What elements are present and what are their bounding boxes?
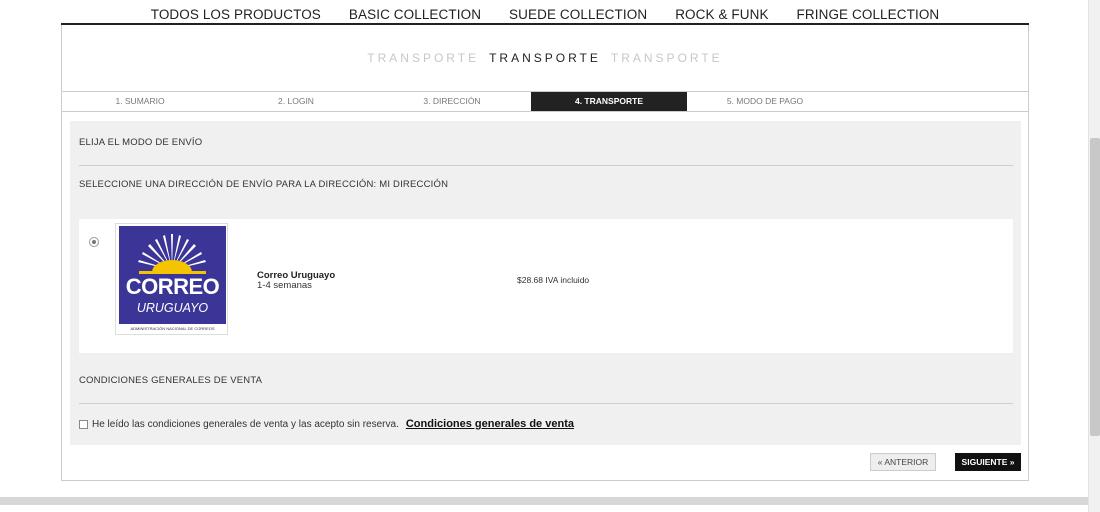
nav-todos-los-productos[interactable]: TODOS LOS PRODUCTOS bbox=[151, 0, 321, 23]
carrier-price: $28.68 IVA incluido bbox=[517, 275, 590, 285]
carrier-logo: CORREO URUGUAYO ADMINISTRACIÓN NACIONAL … bbox=[115, 223, 228, 335]
checkout-steps: 1. SUMARIO 2. LOGIN 3. DIRECCIÓN 4. TRAN… bbox=[62, 91, 1028, 112]
logo-word-uruguayo: URUGUAYO bbox=[136, 301, 209, 315]
divider bbox=[79, 403, 1013, 404]
logo-subtitle: ADMINISTRACIÓN NACIONAL DE CORREOS bbox=[119, 324, 226, 333]
nav-suede-collection[interactable]: SUEDE COLLECTION bbox=[509, 0, 647, 23]
logo-word-correo: CORREO bbox=[125, 274, 220, 299]
correo-uruguayo-logo: CORREO URUGUAYO ADMINISTRACIÓN NACIONAL … bbox=[119, 226, 226, 333]
nav-basic-collection[interactable]: BASIC COLLECTION bbox=[349, 0, 481, 23]
nav-rock-and-funk[interactable]: ROCK & FUNK bbox=[675, 0, 768, 23]
page-title-main: TRANSPORTE bbox=[489, 51, 601, 65]
page-title-shadow-left: TRANSPORTE bbox=[367, 51, 480, 65]
step-login[interactable]: 2. LOGIN bbox=[218, 92, 374, 111]
shipping-panel: ELIJA EL MODO DE ENVÍO SELECCIONE UNA DI… bbox=[70, 121, 1021, 445]
carrier-option[interactable]: CORREO URUGUAYO ADMINISTRACIÓN NACIONAL … bbox=[79, 219, 1013, 353]
page-title-shadow-right: TRANSPORTE bbox=[610, 51, 723, 65]
terms-checkbox[interactable] bbox=[79, 419, 88, 429]
terms-checkbox-label[interactable]: He leído las condiciones generales de ve… bbox=[92, 419, 399, 430]
scrollbar-thumb[interactable] bbox=[1090, 138, 1100, 436]
terms-row: He leído las condiciones generales de ve… bbox=[79, 418, 574, 430]
step-direccion[interactable]: 3. DIRECCIÓN bbox=[374, 92, 530, 111]
step-modo-de-pago: 5. MODO DE PAGO bbox=[726, 96, 804, 106]
carrier-radio[interactable] bbox=[89, 237, 99, 247]
terms-link[interactable]: Condiciones generales de venta bbox=[406, 418, 574, 430]
carrier-delay: 1-4 semanas bbox=[257, 280, 312, 291]
horizontal-scrollbar[interactable] bbox=[0, 497, 1088, 512]
top-navigation: TODOS LOS PRODUCTOS BASIC COLLECTION SUE… bbox=[61, 0, 1029, 25]
next-button[interactable]: SIGUIENTE » bbox=[955, 453, 1021, 471]
divider bbox=[79, 165, 1013, 166]
previous-button[interactable]: « ANTERIOR bbox=[870, 453, 936, 471]
vertical-scrollbar[interactable] bbox=[1088, 0, 1100, 512]
shipping-heading: ELIJA EL MODO DE ENVÍO bbox=[79, 137, 203, 148]
nav-fringe-collection[interactable]: FRINGE COLLECTION bbox=[797, 0, 940, 23]
address-heading: SELECCIONE UNA DIRECCIÓN DE ENVÍO PARA L… bbox=[79, 179, 449, 190]
page-title: TRANSPORTE TRANSPORTE TRANSPORTE bbox=[62, 25, 1028, 91]
terms-heading: CONDICIONES GENERALES DE VENTA bbox=[79, 375, 263, 386]
step-transporte: 4. TRANSPORTE bbox=[531, 92, 687, 111]
checkout-container: TRANSPORTE TRANSPORTE TRANSPORTE 1. SUMA… bbox=[61, 25, 1029, 481]
page-viewport: TODOS LOS PRODUCTOS BASIC COLLECTION SUE… bbox=[0, 0, 1088, 512]
step-sumario[interactable]: 1. SUMARIO bbox=[62, 92, 218, 111]
